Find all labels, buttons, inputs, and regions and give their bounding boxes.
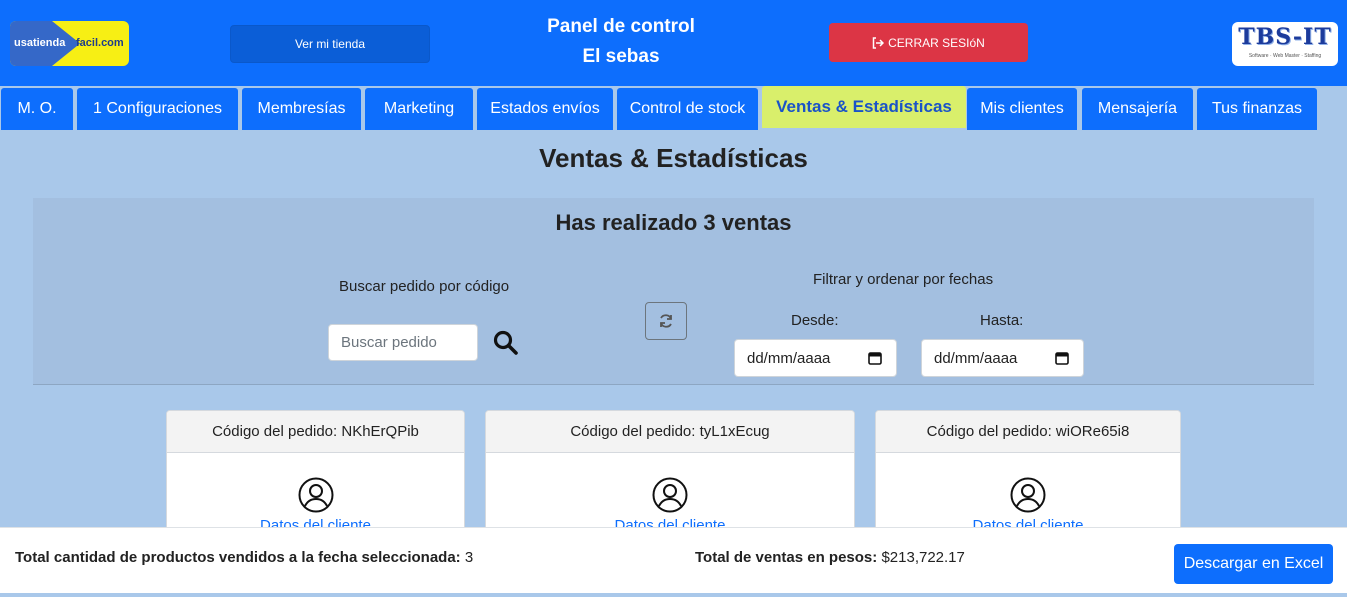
page-title: Ventas & Estadísticas	[539, 143, 808, 173]
panel-title-block: Panel de control El sebas	[520, 12, 722, 72]
view-store-button[interactable]: Ver mi tienda	[230, 25, 430, 63]
tbs-it-logo: TBS-IT Software · Web Master · Staffing	[1232, 22, 1338, 66]
calendar-icon[interactable]	[1055, 351, 1069, 365]
date-from-input[interactable]: dd/mm/aaaa	[734, 339, 897, 377]
sales-summary: Has realizado 3 ventas	[555, 210, 792, 235]
tbs-it-tagline: Software · Web Master · Staffing	[1248, 53, 1322, 59]
logout-icon	[872, 36, 885, 49]
order-card: Código del pedido: tyL1xEcug Datos del c…	[485, 410, 855, 540]
to-label: Hasta:	[980, 312, 1024, 329]
tab-mo[interactable]: M. O.	[1, 88, 73, 130]
total-products-label: Total cantidad de productos vendidos a l…	[15, 549, 461, 566]
search-order-input[interactable]: Buscar pedido	[328, 324, 478, 361]
order-card: Código del pedido: NKhErQPib Datos del c…	[166, 410, 465, 540]
total-sales-label: Total de ventas en pesos:	[695, 549, 878, 566]
date-filter-label: Filtrar y ordenar por fechas	[813, 271, 994, 288]
tab-tus-finanzas[interactable]: Tus finanzas	[1197, 88, 1317, 130]
order-code: Código del pedido: tyL1xEcug	[486, 411, 854, 453]
tab-mis-clientes[interactable]: Mis clientes	[967, 88, 1077, 130]
order-card: Código del pedido: wiORe65i8 Datos del c…	[875, 410, 1181, 540]
search-icon[interactable]	[492, 329, 520, 357]
refresh-icon	[660, 314, 672, 328]
user-circle-icon	[1010, 477, 1046, 513]
search-label: Buscar pedido por código	[339, 278, 510, 295]
bottom-strip	[0, 593, 1347, 597]
totals-footer: Total cantidad de productos vendidos a l…	[0, 527, 1347, 593]
tab-marketing[interactable]: Marketing	[365, 88, 473, 130]
tab-estados-envios[interactable]: Estados envíos	[477, 88, 613, 130]
total-sales-value: $213,722.17	[881, 549, 965, 566]
top-header: usatienda facil.com Ver mi tienda Panel …	[0, 0, 1347, 86]
tbs-it-logo-text: TBS-IT	[1238, 24, 1332, 50]
tab-mensajeria[interactable]: Mensajería	[1082, 88, 1193, 130]
refresh-button[interactable]	[645, 302, 687, 340]
logout-button[interactable]: CERRAR SESIóN	[829, 23, 1028, 62]
order-code: Código del pedido: wiORe65i8	[876, 411, 1180, 453]
user-circle-icon	[652, 477, 688, 513]
total-products-text: Total cantidad de productos vendidos a l…	[15, 549, 473, 566]
logout-label: CERRAR SESIóN	[888, 35, 985, 50]
store-owner-name: El sebas	[582, 46, 660, 67]
logo-text-part2: facil.com	[76, 37, 124, 49]
tab-control-stock[interactable]: Control de stock	[617, 88, 758, 130]
order-code: Código del pedido: NKhErQPib	[167, 411, 464, 453]
tab-membresias[interactable]: Membresías	[242, 88, 361, 130]
usatiendafacil-logo[interactable]: usatienda facil.com	[10, 21, 129, 66]
download-excel-button[interactable]: Descargar en Excel	[1174, 544, 1333, 584]
logo-text-part1: usatienda	[14, 37, 66, 49]
tab-configuraciones[interactable]: 1 Configuraciones	[77, 88, 238, 130]
from-label: Desde:	[791, 312, 839, 329]
total-products-value: 3	[464, 549, 474, 566]
date-to-input[interactable]: dd/mm/aaaa	[921, 339, 1084, 377]
user-circle-icon	[298, 477, 334, 513]
date-to-placeholder: dd/mm/aaaa	[934, 349, 1018, 367]
date-from-placeholder: dd/mm/aaaa	[747, 349, 831, 367]
total-sales-text: Total de ventas en pesos: $213,722.17	[695, 549, 965, 566]
panel-title: Panel de control	[547, 16, 695, 37]
calendar-icon[interactable]	[868, 351, 882, 365]
tab-ventas-estadisticas[interactable]: Ventas & Estadísticas	[762, 86, 966, 128]
